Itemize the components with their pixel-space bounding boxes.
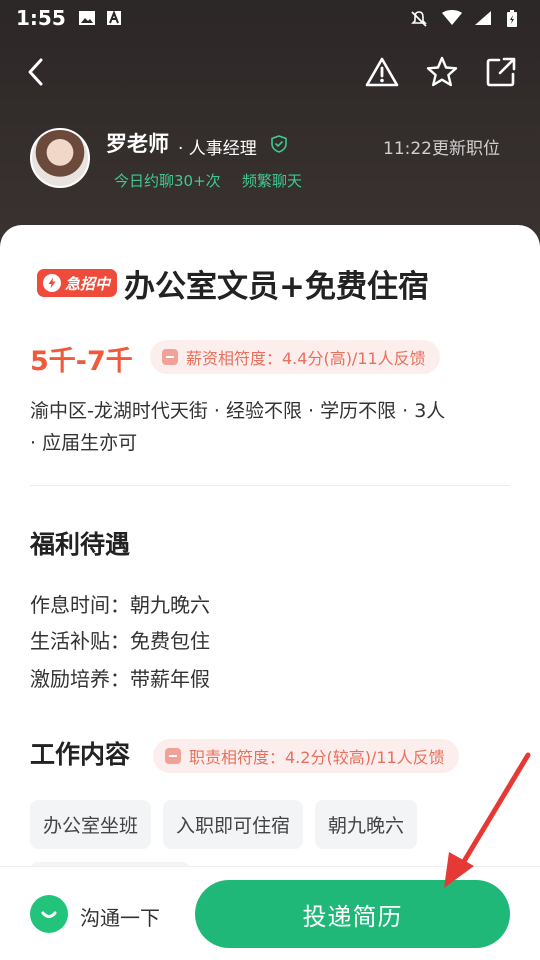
signal-icon	[474, 10, 492, 26]
duty-fit-text: 职责相符度：4.2分(较高)/11人反馈	[189, 748, 445, 767]
work-tag: 办公室坐班	[30, 800, 152, 849]
salary-fit-badge[interactable]: 薪资相符度：4.4分(高)/11人反馈	[150, 340, 440, 374]
share-icon	[486, 57, 516, 87]
status-time: 1:55	[16, 6, 66, 30]
benefits-title: 福利待遇	[30, 530, 131, 559]
chevron-left-icon	[28, 58, 43, 86]
benefit-item: 作息时间：朝九晚六	[30, 593, 210, 617]
avatar[interactable]	[30, 128, 90, 188]
benefit-item: 激励培养：带薪年假	[30, 667, 210, 691]
star-icon	[426, 56, 458, 87]
work-tags: 办公室坐班 入职即可住宿 朝九晚六	[30, 800, 418, 849]
navigation-bar	[0, 50, 540, 94]
urgent-badge-label: 急招中	[65, 274, 111, 293]
divider	[30, 485, 510, 486]
gallery-icon	[78, 10, 96, 26]
status-bar: 1:55	[0, 0, 540, 36]
notifications-off-icon	[410, 10, 428, 27]
work-content-title: 工作内容	[30, 740, 131, 769]
comment-icon	[162, 349, 178, 365]
update-time: 11:22更新职位	[383, 139, 500, 159]
lightning-icon	[43, 274, 61, 292]
chat-button[interactable]: 沟通一下	[80, 902, 160, 931]
verified-shield-icon	[270, 135, 288, 153]
share-button[interactable]	[479, 50, 523, 94]
wifi-icon	[442, 10, 462, 26]
job-meta-line: 渝中区-龙湖时代天街 · 经验不限 · 学历不限 · 3人	[30, 400, 446, 422]
salary-fit-text: 薪资相符度：4.4分(高)/11人反馈	[186, 349, 426, 368]
report-button[interactable]	[360, 50, 404, 94]
recruiter-activity-tag: 今日约聊30+次	[114, 172, 221, 190]
recruiter-title: · 人事经理	[178, 139, 257, 159]
text-icon	[106, 10, 124, 26]
comment-icon	[165, 748, 181, 764]
warning-icon	[365, 57, 399, 87]
work-tag: 入职即可住宿	[163, 800, 304, 849]
apply-resume-button[interactable]: 投递简历	[195, 880, 510, 948]
job-meta: 渝中区-龙湖时代天街 · 经验不限 · 学历不限 · 3人 · 应届生亦可	[30, 395, 510, 459]
chat-icon[interactable]	[30, 895, 68, 933]
bottom-action-bar: 沟通一下 投递简历	[0, 866, 540, 960]
benefit-item: 生活补贴：免费包住	[30, 629, 210, 653]
duty-fit-badge[interactable]: 职责相符度：4.2分(较高)/11人反馈	[153, 739, 459, 773]
recruiter-card[interactable]: 罗老师 · 人事经理 11:22更新职位 今日约聊30+次 频繁聊天	[30, 126, 510, 192]
back-button[interactable]	[14, 50, 58, 94]
favorite-button[interactable]	[420, 50, 464, 94]
urgent-badge: 急招中	[37, 269, 117, 297]
work-tag: 朝九晚六	[315, 800, 418, 849]
job-title: 办公室文员+免费住宿	[124, 269, 429, 305]
battery-icon	[506, 10, 524, 27]
job-meta-line: · 应届生亦可	[30, 432, 138, 454]
recruiter-name: 罗老师	[106, 132, 169, 156]
recruiter-chat-tag: 频繁聊天	[242, 172, 303, 190]
job-detail-sheet: 急招中 办公室文员+免费住宿 5千-7千 薪资相符度：4.4分(高)/11人反馈…	[0, 225, 540, 960]
salary: 5千-7千	[30, 346, 133, 377]
